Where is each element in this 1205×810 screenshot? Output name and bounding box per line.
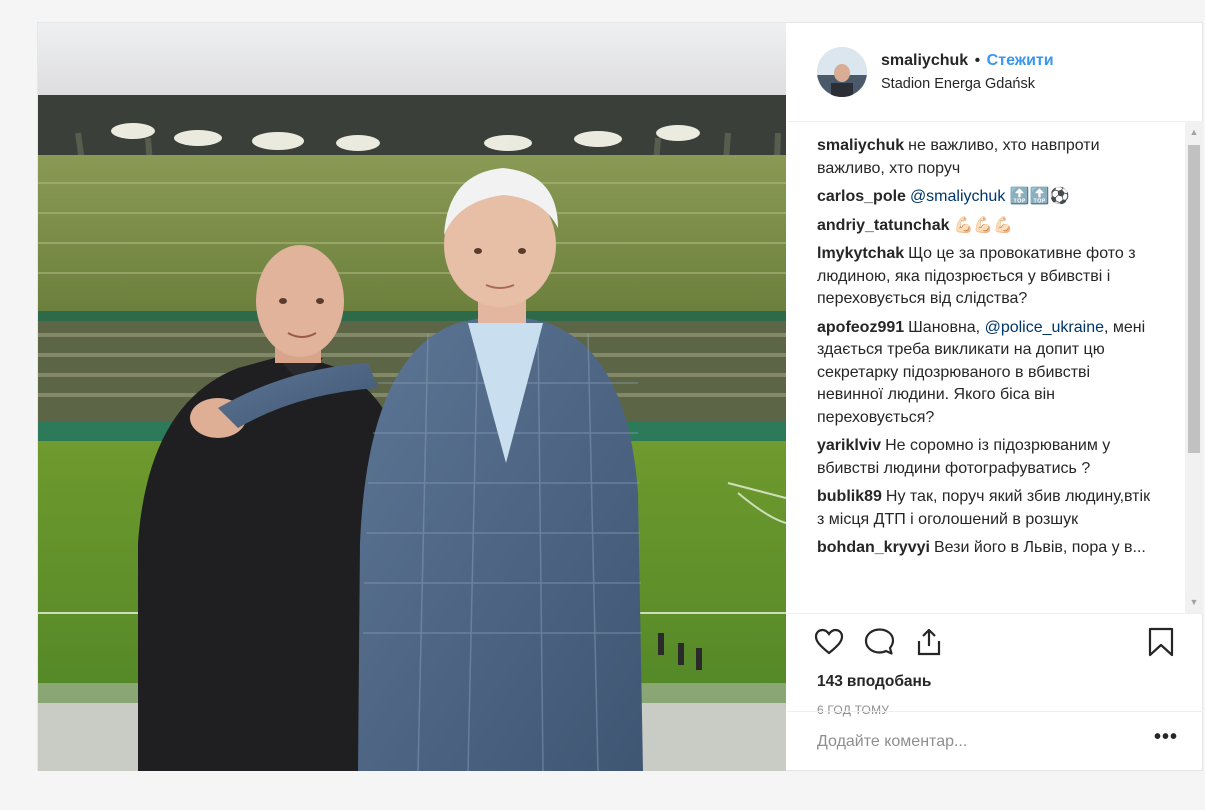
comment-text: 💪🏻💪🏻💪🏻 (953, 216, 1014, 234)
post-header: smaliychuk • Стежити Stadion Energa Gdań… (787, 23, 1203, 122)
share-upload-icon[interactable] (913, 626, 945, 658)
scroll-up-arrow-icon[interactable]: ▲ (1185, 123, 1203, 141)
comment-username[interactable]: andriy_tatunchak (817, 217, 949, 234)
comment-username[interactable]: yariklviv (817, 437, 881, 454)
post-location[interactable]: Stadion Energa Gdańsk (881, 76, 1035, 92)
username-line: smaliychuk • Стежити (881, 52, 1054, 70)
comment-input[interactable] (817, 730, 1137, 754)
comment-item: bublik89 Ну так, поруч який збив людину,в… (817, 486, 1157, 531)
comment-text-before: Шановна, (908, 318, 981, 336)
likes-label: вподобань (846, 673, 932, 690)
comment-item: yariklviv Не соромно із підозрюваним у вб… (817, 435, 1157, 480)
post-side-panel: smaliychuk • Стежити Stadion Energa Gdań… (787, 23, 1203, 771)
comment-item: smaliychuk не важливо, хто навпроти важли… (817, 135, 1157, 180)
likes-summary[interactable]: 143 вподобань (817, 673, 931, 691)
comment-username[interactable]: bohdan_kryvyi (817, 539, 930, 556)
comment-username[interactable]: bublik89 (817, 488, 882, 505)
add-comment-section: ••• (787, 711, 1203, 772)
comment-username[interactable]: smaliychuk (817, 137, 904, 154)
avatar-image (817, 47, 867, 97)
comment-text: 🔝🔝⚽ (1009, 188, 1070, 205)
comment-item: apofeoz991 Шановна, @police_ukraine, мені… (817, 317, 1157, 430)
speech-bubble-icon[interactable] (863, 626, 895, 658)
stadium-photo-illustration (38, 23, 786, 771)
post-username[interactable]: smaliychuk (881, 52, 968, 69)
separator-dot: • (974, 52, 981, 69)
comment-item: bohdan_kryvyi Вези його в Львів, пора у в… (817, 537, 1157, 560)
follow-button[interactable]: Стежити (987, 52, 1054, 69)
instagram-post: smaliychuk • Стежити Stadion Energa Gdań… (37, 22, 1203, 771)
avatar[interactable] (817, 47, 867, 97)
comment-item: lmykytchak Що це за провокативне фото з л… (817, 243, 1157, 311)
comment-username[interactable]: lmykytchak (817, 245, 904, 262)
likes-count: 143 (817, 673, 843, 690)
scroll-thumb[interactable] (1188, 145, 1200, 453)
post-photo[interactable] (38, 23, 786, 771)
comments-list: smaliychuk не важливо, хто навпроти важли… (817, 135, 1157, 605)
comment-text: Вези його в Львів, пора у в... (933, 539, 1146, 556)
more-options-icon[interactable]: ••• (1151, 727, 1181, 750)
comment-username[interactable]: apofeoz991 (817, 319, 904, 336)
comment-username[interactable]: carlos_pole (817, 188, 906, 205)
scroll-down-arrow-icon[interactable]: ▼ (1185, 593, 1203, 611)
comment-mention[interactable]: @smaliychuk (910, 188, 1005, 205)
comments-scrollbar[interactable]: ▲ ▼ (1185, 121, 1203, 613)
heart-outline-icon[interactable] (813, 626, 845, 658)
comment-item: andriy_tatunchak 💪🏻💪🏻💪🏻 (817, 215, 1157, 238)
comment-mention[interactable]: @police_ukraine (985, 319, 1104, 336)
bookmark-icon[interactable] (1145, 626, 1177, 658)
comment-item: carlos_pole @smaliychuk 🔝🔝⚽ (817, 186, 1157, 209)
